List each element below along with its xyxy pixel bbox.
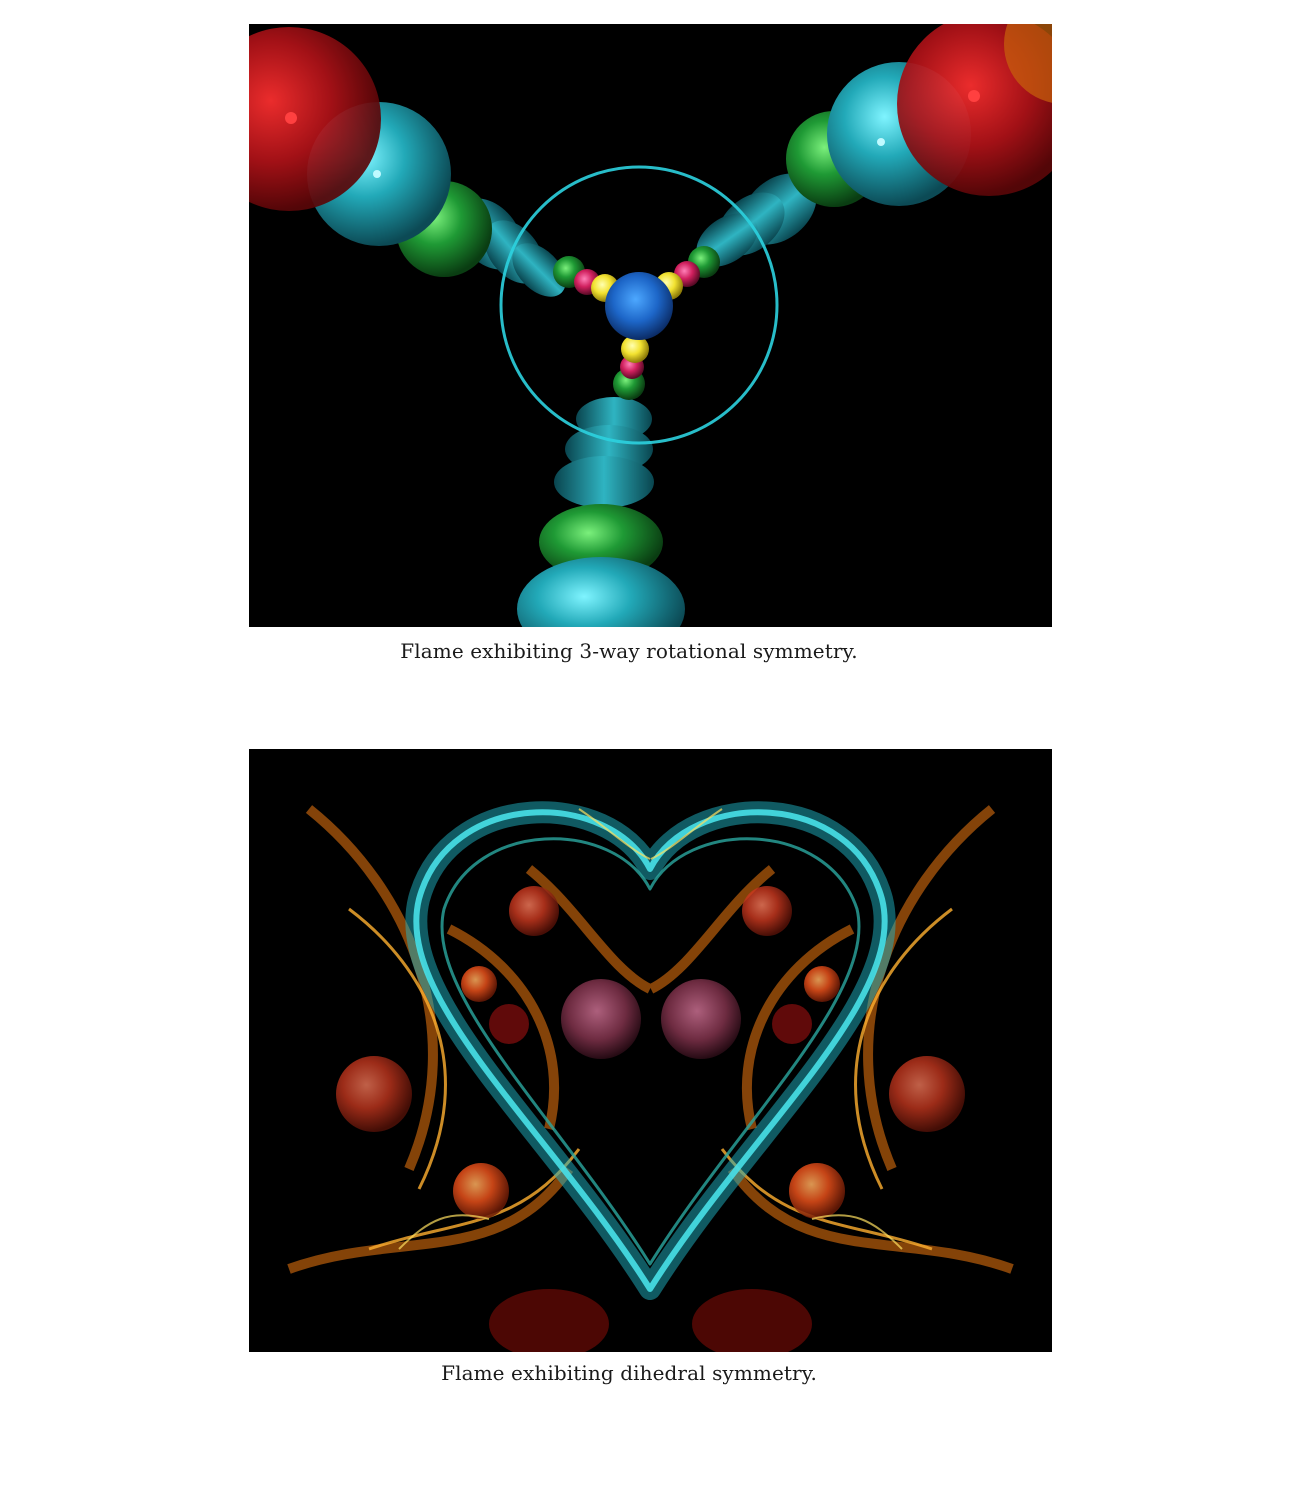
figure-caption-dihedral: Flame exhibiting dihedral symmetry.: [441, 1361, 817, 1385]
fractal-flame-heart-icon: [249, 749, 1052, 1352]
fractal-flame-rotational-icon: [249, 24, 1052, 627]
flame-image-heart: [249, 749, 1052, 1352]
flame-image-rotational: [249, 24, 1052, 627]
figure-caption-rotational: Flame exhibiting 3-way rotational symmet…: [400, 639, 858, 663]
